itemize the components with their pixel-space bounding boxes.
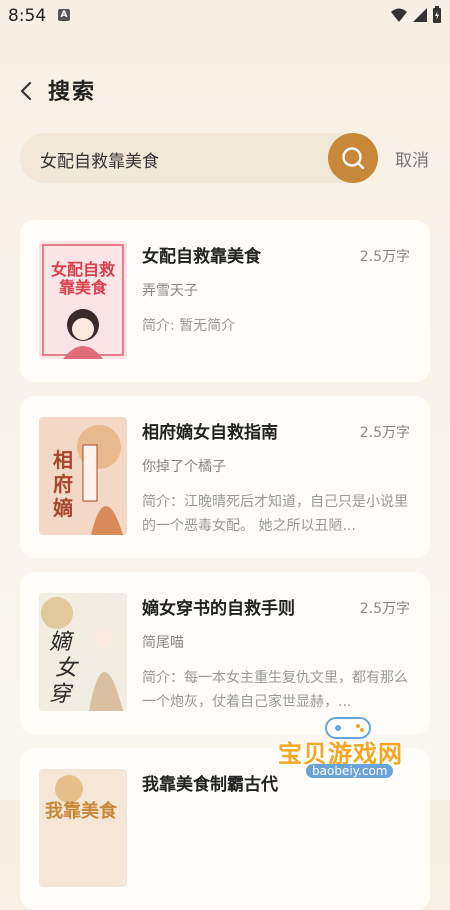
search-button[interactable]	[328, 133, 378, 183]
result-card[interactable]: 女配自救 靠美食 女配自救靠美食 2.5万字 弄雪天子 简介: 暂无简介	[20, 220, 430, 382]
word-count: 2.5万字	[359, 601, 410, 617]
word-count: 2.5万字	[359, 425, 410, 441]
book-cover: 嫡 女 穿	[39, 593, 127, 711]
svg-text:我靠美食: 我靠美食	[45, 800, 118, 822]
book-title[interactable]: 相府嫡女自救指南	[142, 418, 278, 443]
search-icon	[342, 147, 365, 170]
status-icons	[390, 6, 442, 24]
word-count: 2.5万字	[359, 249, 410, 265]
battery-icon	[433, 6, 441, 23]
back-button[interactable]	[14, 76, 42, 106]
svg-text:女: 女	[55, 656, 80, 681]
book-cover: 女配自救 靠美食	[39, 241, 127, 359]
svg-text:府: 府	[53, 472, 73, 496]
wifi-icon	[391, 8, 407, 22]
watermark-url: baobeiy.com	[306, 764, 394, 778]
book-author: 简尾喵	[142, 635, 184, 651]
svg-text:穿: 穿	[49, 682, 74, 707]
book-title[interactable]: 我靠美食制霸古代	[142, 770, 278, 795]
cancel-button[interactable]: 取消	[395, 146, 429, 171]
book-title[interactable]: 嫡女穿书的自救手则	[142, 594, 295, 619]
watermark-logo: 宝贝游戏网 baobeiy.com	[278, 712, 438, 790]
chevron-left-icon	[20, 81, 32, 101]
book-author: 弄雪天子	[142, 283, 198, 299]
book-intro: 简介：江晚晴死后才知道，自己只是小说里的一个恶毒女配。 她之所以丑陋...	[142, 494, 408, 534]
header: 搜索	[0, 70, 450, 114]
svg-text:靠美食: 靠美食	[59, 278, 108, 297]
book-cover: 相 府 嫡	[39, 417, 127, 535]
notification-icon: A	[58, 9, 70, 21]
book-intro: 简介：每一本女主重生复仇文里，都有那么一个炮灰，仗着自己家世显赫，...	[142, 670, 408, 710]
svg-text:相: 相	[53, 448, 73, 472]
book-author: 你掉了个橘子	[142, 459, 226, 475]
svg-text:嫡: 嫡	[53, 496, 73, 520]
svg-text:女配自救: 女配自救	[51, 260, 115, 279]
signal-icon	[413, 8, 427, 22]
search-box	[20, 133, 378, 185]
status-bar: 8:54 A	[0, 0, 450, 32]
book-intro: 简介: 暂无简介	[142, 318, 236, 334]
status-time: 8:54	[8, 6, 47, 26]
book-cover: 我靠美食	[39, 769, 127, 887]
search-input[interactable]	[38, 133, 332, 185]
result-card[interactable]: 相 府 嫡 相府嫡女自救指南 2.5万字 你掉了个橘子 简介：江晚晴死后才知道，…	[20, 396, 430, 558]
page-title: 搜索	[48, 80, 97, 105]
book-title[interactable]: 女配自救靠美食	[142, 242, 261, 267]
result-card[interactable]: 嫡 女 穿 嫡女穿书的自救手则 2.5万字 简尾喵 简介：每一本女主重生复仇文里…	[20, 572, 430, 734]
